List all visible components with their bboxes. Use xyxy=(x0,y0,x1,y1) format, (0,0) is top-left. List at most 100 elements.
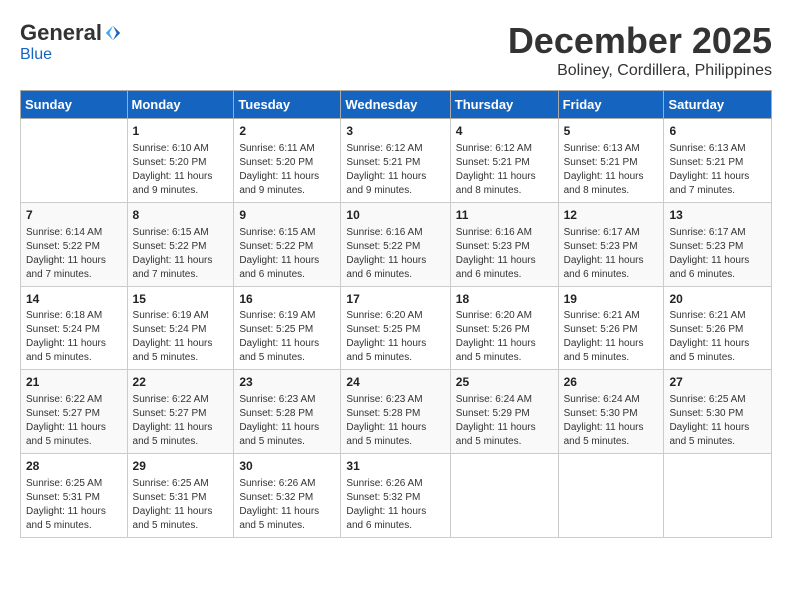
calendar-cell: 18Sunrise: 6:20 AM Sunset: 5:26 PM Dayli… xyxy=(450,286,558,370)
day-info: Sunrise: 6:25 AM Sunset: 5:30 PM Dayligh… xyxy=(669,393,766,449)
day-info: Sunrise: 6:24 AM Sunset: 5:30 PM Dayligh… xyxy=(564,393,659,449)
calendar-cell: 6 Sunrise: 6:13 AM Sunset: 5:21 PM Daylig… xyxy=(664,119,772,203)
day-info: Sunrise: 6:23 AM Sunset: 5:28 PM Dayligh… xyxy=(346,393,444,449)
day-number: 29 xyxy=(133,458,229,475)
day-info: Sunrise: 6:18 AM Sunset: 5:24 PM Dayligh… xyxy=(26,309,122,365)
day-number: 14 xyxy=(26,291,122,308)
calendar-cell: 12 Sunrise: 6:17 AM Sunset: 5:23 PM Dayli… xyxy=(558,202,664,286)
calendar-cell: 31 Sunrise: 6:26 AM Sunset: 5:32 PM Dayli… xyxy=(341,454,450,538)
location-title: Boliney, Cordillera, Philippines xyxy=(508,62,772,80)
day-info: Sunrise: 6:26 AM Sunset: 5:32 PM Dayligh… xyxy=(239,477,335,533)
day-info: Sunrise: 6:25 AM Sunset: 5:31 PM Dayligh… xyxy=(133,477,229,533)
day-info: Sunrise: 6:15 AM Sunset: 5:22 PM Dayligh… xyxy=(133,226,229,282)
day-number: 21 xyxy=(26,374,122,391)
day-number: 25 xyxy=(456,374,553,391)
logo-blue: Blue xyxy=(20,46,52,63)
calendar-cell: 3 Sunrise: 6:12 AM Sunset: 5:21 PM Daylig… xyxy=(341,119,450,203)
calendar-week-row: 7 Sunrise: 6:14 AM Sunset: 5:22 PM Daylig… xyxy=(21,202,772,286)
calendar-cell: 14Sunrise: 6:18 AM Sunset: 5:24 PM Dayli… xyxy=(21,286,128,370)
day-info: Sunrise: 6:11 AM Sunset: 5:20 PM Dayligh… xyxy=(239,142,335,198)
day-info: Sunrise: 6:21 AM Sunset: 5:26 PM Dayligh… xyxy=(564,309,659,365)
day-info: Sunrise: 6:22 AM Sunset: 5:27 PM Dayligh… xyxy=(133,393,229,449)
calendar-body: 1 Sunrise: 6:10 AM Sunset: 5:20 PM Daylig… xyxy=(21,119,772,538)
day-number: 9 xyxy=(239,207,335,224)
day-info: Sunrise: 6:17 AM Sunset: 5:23 PM Dayligh… xyxy=(669,226,766,282)
header-day-monday: Monday xyxy=(127,91,234,119)
logo-icon xyxy=(104,24,122,42)
calendar-cell: 1 Sunrise: 6:10 AM Sunset: 5:20 PM Daylig… xyxy=(127,119,234,203)
day-number: 28 xyxy=(26,458,122,475)
header-day-friday: Friday xyxy=(558,91,664,119)
day-number: 4 xyxy=(456,123,553,140)
day-info: Sunrise: 6:22 AM Sunset: 5:27 PM Dayligh… xyxy=(26,393,122,449)
calendar-table: SundayMondayTuesdayWednesdayThursdayFrid… xyxy=(20,90,772,538)
calendar-cell xyxy=(21,119,128,203)
day-number: 6 xyxy=(669,123,766,140)
day-number: 10 xyxy=(346,207,444,224)
header-day-thursday: Thursday xyxy=(450,91,558,119)
calendar-cell: 27 Sunrise: 6:25 AM Sunset: 5:30 PM Dayli… xyxy=(664,370,772,454)
calendar-cell: 17Sunrise: 6:20 AM Sunset: 5:25 PM Dayli… xyxy=(341,286,450,370)
day-info: Sunrise: 6:14 AM Sunset: 5:22 PM Dayligh… xyxy=(26,226,122,282)
calendar-cell: 11Sunrise: 6:16 AM Sunset: 5:23 PM Dayli… xyxy=(450,202,558,286)
calendar-cell: 25 Sunrise: 6:24 AM Sunset: 5:29 PM Dayli… xyxy=(450,370,558,454)
day-number: 7 xyxy=(26,207,122,224)
day-number: 31 xyxy=(346,458,444,475)
calendar-cell: 30Sunrise: 6:26 AM Sunset: 5:32 PM Dayli… xyxy=(234,454,341,538)
header-day-wednesday: Wednesday xyxy=(341,91,450,119)
day-info: Sunrise: 6:16 AM Sunset: 5:22 PM Dayligh… xyxy=(346,226,444,282)
day-number: 24 xyxy=(346,374,444,391)
calendar-cell: 21 Sunrise: 6:22 AM Sunset: 5:27 PM Dayli… xyxy=(21,370,128,454)
day-info: Sunrise: 6:23 AM Sunset: 5:28 PM Dayligh… xyxy=(239,393,335,449)
calendar-header-row: SundayMondayTuesdayWednesdayThursdayFrid… xyxy=(21,91,772,119)
day-number: 16 xyxy=(239,291,335,308)
calendar-cell: 13 Sunrise: 6:17 AM Sunset: 5:23 PM Dayli… xyxy=(664,202,772,286)
calendar-cell: 22Sunrise: 6:22 AM Sunset: 5:27 PM Dayli… xyxy=(127,370,234,454)
day-info: Sunrise: 6:19 AM Sunset: 5:25 PM Dayligh… xyxy=(239,309,335,365)
calendar-cell: 24 Sunrise: 6:23 AM Sunset: 5:28 PM Dayli… xyxy=(341,370,450,454)
day-number: 3 xyxy=(346,123,444,140)
day-number: 2 xyxy=(239,123,335,140)
header-day-sunday: Sunday xyxy=(21,91,128,119)
day-number: 1 xyxy=(133,123,229,140)
header-day-saturday: Saturday xyxy=(664,91,772,119)
calendar-cell: 16Sunrise: 6:19 AM Sunset: 5:25 PM Dayli… xyxy=(234,286,341,370)
day-number: 12 xyxy=(564,207,659,224)
calendar-cell: 20Sunrise: 6:21 AM Sunset: 5:26 PM Dayli… xyxy=(664,286,772,370)
day-info: Sunrise: 6:24 AM Sunset: 5:29 PM Dayligh… xyxy=(456,393,553,449)
day-info: Sunrise: 6:13 AM Sunset: 5:21 PM Dayligh… xyxy=(669,142,766,198)
calendar-cell xyxy=(558,454,664,538)
page-header: General Blue December 2025 Boliney, Cord… xyxy=(20,20,772,80)
day-info: Sunrise: 6:15 AM Sunset: 5:22 PM Dayligh… xyxy=(239,226,335,282)
day-info: Sunrise: 6:20 AM Sunset: 5:26 PM Dayligh… xyxy=(456,309,553,365)
calendar-cell: 5Sunrise: 6:13 AM Sunset: 5:21 PM Daylig… xyxy=(558,119,664,203)
day-number: 19 xyxy=(564,291,659,308)
day-info: Sunrise: 6:16 AM Sunset: 5:23 PM Dayligh… xyxy=(456,226,553,282)
day-info: Sunrise: 6:12 AM Sunset: 5:21 PM Dayligh… xyxy=(456,142,553,198)
day-number: 26 xyxy=(564,374,659,391)
day-number: 17 xyxy=(346,291,444,308)
calendar-cell: 23 Sunrise: 6:23 AM Sunset: 5:28 PM Dayli… xyxy=(234,370,341,454)
day-info: Sunrise: 6:20 AM Sunset: 5:25 PM Dayligh… xyxy=(346,309,444,365)
day-number: 27 xyxy=(669,374,766,391)
calendar-cell: 26 Sunrise: 6:24 AM Sunset: 5:30 PM Dayli… xyxy=(558,370,664,454)
day-info: Sunrise: 6:21 AM Sunset: 5:26 PM Dayligh… xyxy=(669,309,766,365)
header-day-tuesday: Tuesday xyxy=(234,91,341,119)
day-info: Sunrise: 6:13 AM Sunset: 5:21 PM Dayligh… xyxy=(564,142,659,198)
day-info: Sunrise: 6:10 AM Sunset: 5:20 PM Dayligh… xyxy=(133,142,229,198)
day-number: 13 xyxy=(669,207,766,224)
calendar-cell: 28Sunrise: 6:25 AM Sunset: 5:31 PM Dayli… xyxy=(21,454,128,538)
day-number: 23 xyxy=(239,374,335,391)
title-block: December 2025 Boliney, Cordillera, Phili… xyxy=(508,20,772,80)
calendar-cell: 7 Sunrise: 6:14 AM Sunset: 5:22 PM Daylig… xyxy=(21,202,128,286)
day-number: 18 xyxy=(456,291,553,308)
logo-general: General xyxy=(20,20,102,46)
day-number: 15 xyxy=(133,291,229,308)
calendar-week-row: 28 Sunrise: 6:25 AM Sunset: 5:31 PM Dayli… xyxy=(21,454,772,538)
day-number: 20 xyxy=(669,291,766,308)
day-info: Sunrise: 6:12 AM Sunset: 5:21 PM Dayligh… xyxy=(346,142,444,198)
calendar-cell: 8Sunrise: 6:15 AM Sunset: 5:22 PM Daylig… xyxy=(127,202,234,286)
day-info: Sunrise: 6:26 AM Sunset: 5:32 PM Dayligh… xyxy=(346,477,444,533)
day-info: Sunrise: 6:17 AM Sunset: 5:23 PM Dayligh… xyxy=(564,226,659,282)
calendar-week-row: 1 Sunrise: 6:10 AM Sunset: 5:20 PM Daylig… xyxy=(21,119,772,203)
